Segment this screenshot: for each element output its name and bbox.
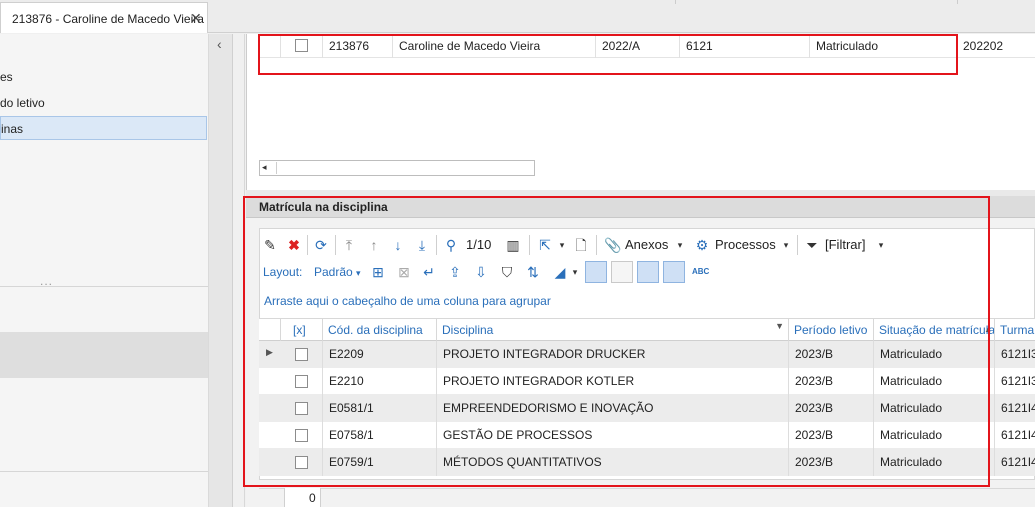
sidebar-item-label: do letivo (0, 96, 45, 110)
grid-footer (259, 488, 1035, 507)
sidebar-item-periodo-letivo[interactable]: do letivo (0, 91, 207, 115)
tab-close-icon[interactable]: ✕ (190, 10, 202, 27)
scroll-left-icon[interactable]: ◂ (262, 162, 267, 173)
sidebar-divider (0, 286, 208, 287)
horizontal-scrollbar[interactable]: ◂ (259, 160, 535, 176)
sidebar-collapse-strip: ‹ (209, 34, 233, 507)
footer-count: 0 (309, 491, 316, 505)
tab-student-label: 213876 - Caroline de Macedo Vieira (12, 12, 204, 26)
sidebar-item[interactable]: es (0, 65, 207, 89)
sidebar-item-disciplinas[interactable]: inas (0, 116, 207, 140)
chevron-left-icon[interactable]: ‹ (217, 36, 222, 52)
cell-turma: 6121I3 (1001, 347, 1035, 361)
sidebar-selected-block[interactable] (0, 332, 208, 378)
highlight-box-enrollment (243, 196, 990, 487)
column-header-turma[interactable]: Turma (995, 319, 1035, 341)
sidebar-item-label: inas (1, 122, 24, 136)
highlight-box-student (258, 34, 958, 75)
tab-student[interactable]: 213876 - Caroline de Macedo Vieira ✕ (0, 2, 208, 33)
tab-divider (957, 0, 958, 4)
cell-turma: 6121I4 (1001, 401, 1035, 415)
cell-extra: 202202 (963, 39, 1004, 53)
scroll-thumb[interactable] (276, 162, 531, 174)
cell-turma: 6121I3 (1001, 374, 1035, 388)
sidebar-item-label: es (0, 70, 13, 84)
cell-turma: 6121I4 (1001, 455, 1035, 469)
cell-turma: 6121I4 (1001, 428, 1035, 442)
sidebar-divider (0, 471, 208, 472)
tab-divider (675, 0, 676, 4)
